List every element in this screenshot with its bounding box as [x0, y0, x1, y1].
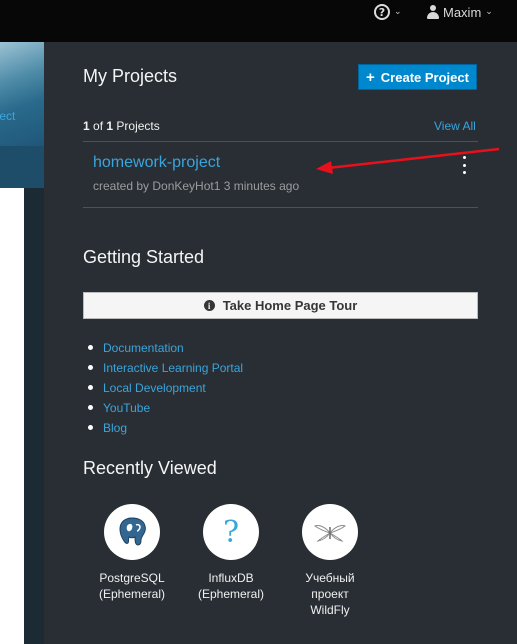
top-navbar: ? ⌄ Maxim ⌄ — [0, 0, 517, 42]
recent-item-influxdb[interactable]: ? InfluxDB (Ephemeral) — [183, 504, 264, 602]
catalog-panel — [0, 188, 24, 644]
help-menu[interactable]: ? ⌄ — [374, 3, 402, 21]
username-label: Maxim — [443, 4, 482, 20]
recent-item-label: InfluxDB (Ephemeral) — [197, 571, 265, 601]
divider — [83, 141, 478, 142]
view-all-link[interactable]: View All — [434, 119, 476, 133]
recently-viewed-heading: Recently Viewed — [83, 458, 217, 478]
divider — [83, 207, 478, 208]
user-icon — [427, 5, 439, 19]
blog-link[interactable]: Blog — [103, 421, 127, 435]
list-item: Documentation — [87, 341, 243, 361]
recent-item-wildfly[interactable]: Учебный проект WildFly — [282, 504, 362, 618]
hero-band — [0, 146, 44, 188]
kebab-menu-icon[interactable] — [460, 156, 468, 174]
list-item: Blog — [87, 421, 243, 441]
plus-icon: + — [366, 68, 375, 86]
project-link[interactable]: homework-project — [93, 154, 220, 172]
getting-started-links: Documentation Interactive Learning Porta… — [87, 341, 243, 441]
local-development-link[interactable]: Local Development — [103, 381, 206, 395]
list-item: YouTube — [87, 401, 243, 421]
recent-item-label: PostgreSQL (Ephemeral) — [98, 571, 166, 601]
project-meta: created by DonKeyHot1 3 minutes ago — [93, 179, 300, 193]
create-project-button[interactable]: + Create Project — [358, 64, 477, 90]
recent-item-postgresql[interactable]: PostgreSQL (Ephemeral) — [84, 504, 165, 602]
chevron-down-icon: ⌄ — [485, 7, 493, 17]
learning-portal-link[interactable]: Interactive Learning Portal — [103, 361, 243, 375]
getting-started-heading: Getting Started — [83, 247, 205, 267]
documentation-link[interactable]: Documentation — [103, 341, 184, 355]
info-icon: i — [203, 300, 215, 311]
create-project-label: Create Project — [380, 69, 469, 85]
wildfly-icon — [302, 504, 358, 560]
user-menu[interactable]: Maxim ⌄ — [427, 3, 493, 21]
hero-link[interactable]: oject — [0, 109, 15, 123]
projects-sidebar: My Projects + Create Project 1 of 1 Proj… — [44, 42, 517, 644]
take-tour-button[interactable]: i Take Home Page Tour — [83, 292, 478, 319]
list-item: Interactive Learning Portal — [87, 361, 243, 381]
question-icon: ? — [203, 504, 259, 560]
recent-item-label: Учебный проект WildFly — [305, 571, 355, 617]
catalog-background: oject - — [0, 42, 44, 644]
hero-banner — [0, 42, 44, 146]
help-icon: ? — [374, 4, 390, 20]
my-projects-heading: My Projects — [83, 66, 178, 86]
project-count: 1 of 1 Projects — [83, 119, 160, 133]
list-item: Local Development — [87, 381, 243, 401]
chevron-down-icon: ⌄ — [394, 7, 402, 17]
postgresql-icon — [104, 504, 160, 560]
youtube-link[interactable]: YouTube — [103, 401, 150, 415]
take-tour-label: Take Home Page Tour — [222, 298, 358, 313]
